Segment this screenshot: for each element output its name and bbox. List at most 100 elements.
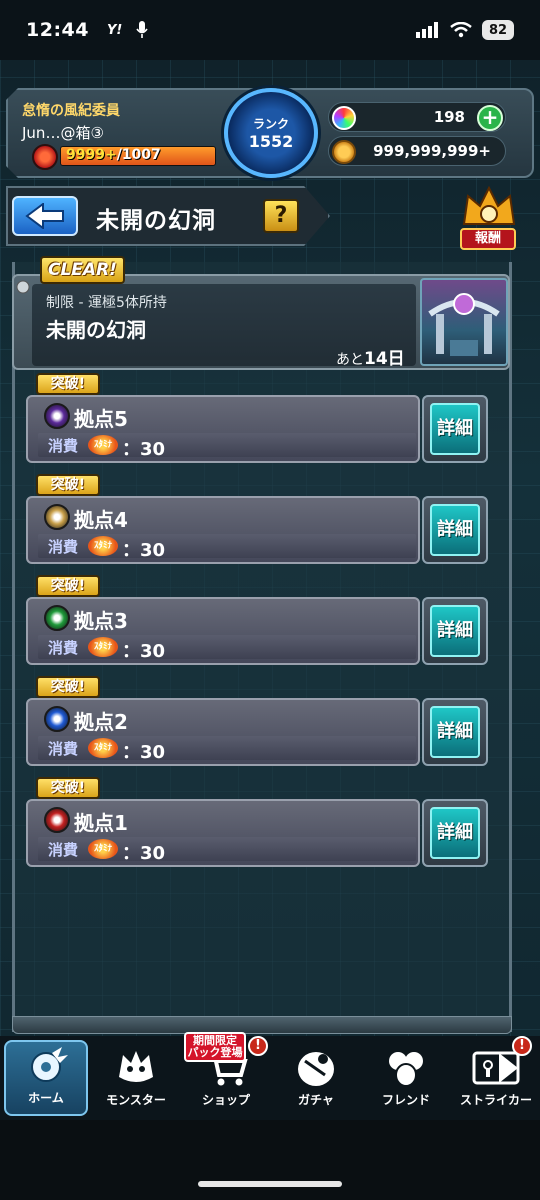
battery-indicator: 82 [482,20,514,40]
element-icon [44,706,70,732]
detail-button-frame: 詳細 [422,698,488,766]
stage-cost: ：30 [122,641,166,662]
reward-label: 報酬 [460,228,516,250]
stage-name: 拠点5 [74,407,128,431]
breakthrough-badge: 突破! [36,676,100,698]
cost-label: 消費 [48,740,79,758]
gacha-icon [298,1052,334,1086]
detail-button-frame: 詳細 [422,395,488,463]
striker-card-icon [472,1051,520,1085]
panel-bottom-frame [12,1016,512,1034]
stage-cost: ：30 [122,439,166,460]
element-icon [44,403,70,429]
nav-gacha[interactable]: ガチャ [274,1040,358,1116]
orb-counter: 198 + [328,102,506,132]
element-icon [44,605,70,631]
detail-button[interactable]: 詳細 [430,807,480,859]
status-bar: 12:44 Y! 82 [0,0,540,60]
coin-counter: 999,999,999+ [328,136,506,166]
stage-row[interactable]: 突破! 拠点5 消費 ｽﾀﾐﾅ ：30 詳細 [26,373,488,463]
stamina-max: /1007 [116,147,161,163]
nav-gacha-label: ガチャ [298,1093,334,1107]
stage-name: 拠点3 [74,609,128,633]
reward-button[interactable]: 報酬 [454,184,524,252]
clear-badge: CLEAR! [40,256,125,284]
detail-button-frame: 詳細 [422,597,488,665]
rank-badge[interactable]: ランク 1552 [224,88,318,178]
striker-alert-badge: ! [512,1036,532,1056]
add-orb-button[interactable]: + [477,105,503,131]
player-title: 怠惰の風紀委員 [22,103,120,119]
rivet-icon [16,280,30,294]
detail-button[interactable]: 詳細 [430,706,480,758]
detail-button[interactable]: 詳細 [430,605,480,657]
home-indicator[interactable] [198,1181,342,1187]
stamina-icon: ｽﾀﾐﾅ [88,435,118,455]
home-icon [31,1047,68,1082]
stage-row-body[interactable]: 拠点1 消費 ｽﾀﾐﾅ ：30 [26,799,420,867]
stage-cost: ：30 [122,540,166,561]
yahoo-icon: Y! [106,22,123,38]
system-home-area [0,1120,540,1200]
status-time: 12:44 [26,19,89,41]
detail-button[interactable]: 詳細 [430,403,480,455]
stage-cost: ：30 [122,742,166,763]
stamina-icon: ｽﾀﾐﾅ [88,738,118,758]
stage-row[interactable]: 突破! 拠点2 消費 ｽﾀﾐﾅ ：30 詳細 [26,676,488,766]
stamina-icon [32,144,58,170]
detail-button[interactable]: 詳細 [430,504,480,556]
stamina-icon: ｽﾀﾐﾅ [88,637,118,657]
help-button[interactable]: ? [263,199,299,233]
quest-thumbnail [420,278,508,366]
breakthrough-badge: 突破! [36,373,100,395]
stage-row[interactable]: 突破! 拠点3 消費 ｽﾀﾐﾅ ：30 詳細 [26,575,488,665]
cost-label: 消費 [48,841,79,859]
stamina-value: 9999+ [66,147,117,163]
stage-row[interactable]: 突破! 拠点1 消費 ｽﾀﾐﾅ ：30 詳細 [26,777,488,867]
back-button[interactable] [12,196,78,236]
cost-label: 消費 [48,538,79,556]
limited-pack-badge: 期間限定 パック登場 [184,1032,246,1062]
stage-row[interactable]: 突破! 拠点4 消費 ｽﾀﾐﾅ ：30 詳細 [26,474,488,564]
stage-cost: ：30 [122,843,166,864]
nav-monster-label: モンスター [106,1093,166,1107]
element-icon [44,504,70,530]
microphone-icon [136,21,148,38]
breakthrough-badge: 突破! [36,575,100,597]
stage-row-body[interactable]: 拠点3 消費 ｽﾀﾐﾅ ：30 [26,597,420,665]
coin-icon [332,140,356,164]
player-name: Jun…@箱③ [22,124,104,142]
rank-value: 1552 [248,132,294,151]
signal-icon [416,22,438,38]
nav-home[interactable]: ホーム [4,1040,88,1116]
stage-name: 拠点2 [74,710,128,734]
stamina-icon: ｽﾀﾐﾅ [88,536,118,556]
stage-name: 拠点4 [74,508,128,532]
element-icon [44,807,70,833]
quest-title: 未開の幻洞 [96,208,216,234]
stage-name: 拠点1 [74,811,128,835]
detail-button-frame: 詳細 [422,799,488,867]
rank-label: ランク [252,117,289,131]
cost-label: 消費 [48,639,79,657]
app-screen: { "status_bar": {"time": "12:44", "carri… [0,0,540,1200]
nav-home-label: ホーム [28,1091,64,1105]
stage-row-body[interactable]: 拠点4 消費 ｽﾀﾐﾅ ：30 [26,496,420,564]
nav-shop-label: ショップ [201,1093,250,1107]
quest-name: 未開の幻洞 [46,318,146,342]
nav-striker-label: ストライカー [459,1093,532,1107]
friend-icon [389,1052,423,1087]
nav-monster[interactable]: モンスター [94,1040,178,1116]
nav-friend[interactable]: フレンド [364,1040,448,1116]
stage-row-body[interactable]: 拠点2 消費 ｽﾀﾐﾅ ：30 [26,698,420,766]
arrow-left-icon [25,203,64,229]
orb-icon [332,106,356,130]
shrine-icon [428,293,500,356]
stage-row-body[interactable]: 拠点5 消費 ｽﾀﾐﾅ ：30 [26,395,420,463]
nav-friend-label: フレンド [381,1093,430,1107]
remaining-value: 14日 [364,349,405,369]
wifi-icon [450,22,472,38]
orb-count: 198 [433,108,465,126]
quest-restriction: 制限 - 運極5体所持 [46,295,167,311]
remaining-time: あと14日 [336,344,405,369]
